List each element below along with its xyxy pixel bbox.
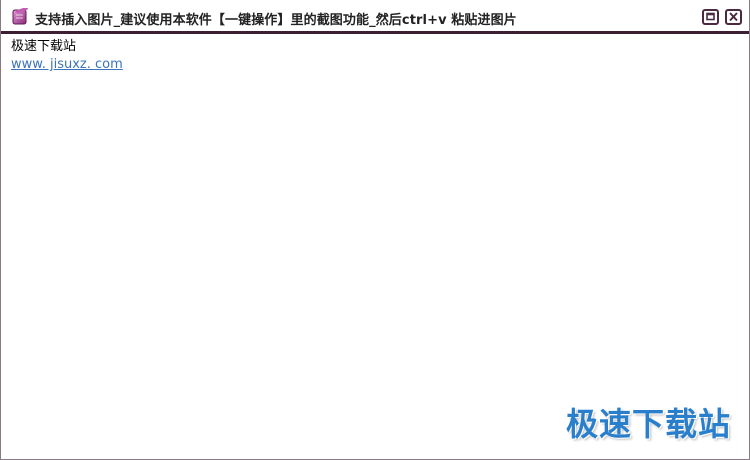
website-link[interactable]: www. jisuxz. com: [11, 56, 123, 74]
window-title: 支持插入图片_建议使用本软件【一键操作】里的截图功能_然后ctrl+v 粘贴进图…: [35, 13, 517, 28]
watermark-logo: 极速下载站: [565, 405, 731, 443]
editor-window: 支持插入图片_建议使用本软件【一键操作】里的截图功能_然后ctrl+v 粘贴进图…: [0, 0, 750, 460]
app-icon: [12, 6, 29, 25]
text-editor-area[interactable]: 极速下载站 www. jisuxz. com: [11, 38, 741, 453]
content-text-line: 极速下载站: [11, 39, 77, 54]
close-button[interactable]: [725, 9, 742, 25]
title-bar[interactable]: 支持插入图片_建议使用本软件【一键操作】里的截图功能_然后ctrl+v 粘贴进图…: [1, 0, 749, 34]
maximize-icon: [706, 12, 715, 21]
close-icon: [729, 12, 738, 22]
maximize-button[interactable]: [702, 9, 719, 25]
